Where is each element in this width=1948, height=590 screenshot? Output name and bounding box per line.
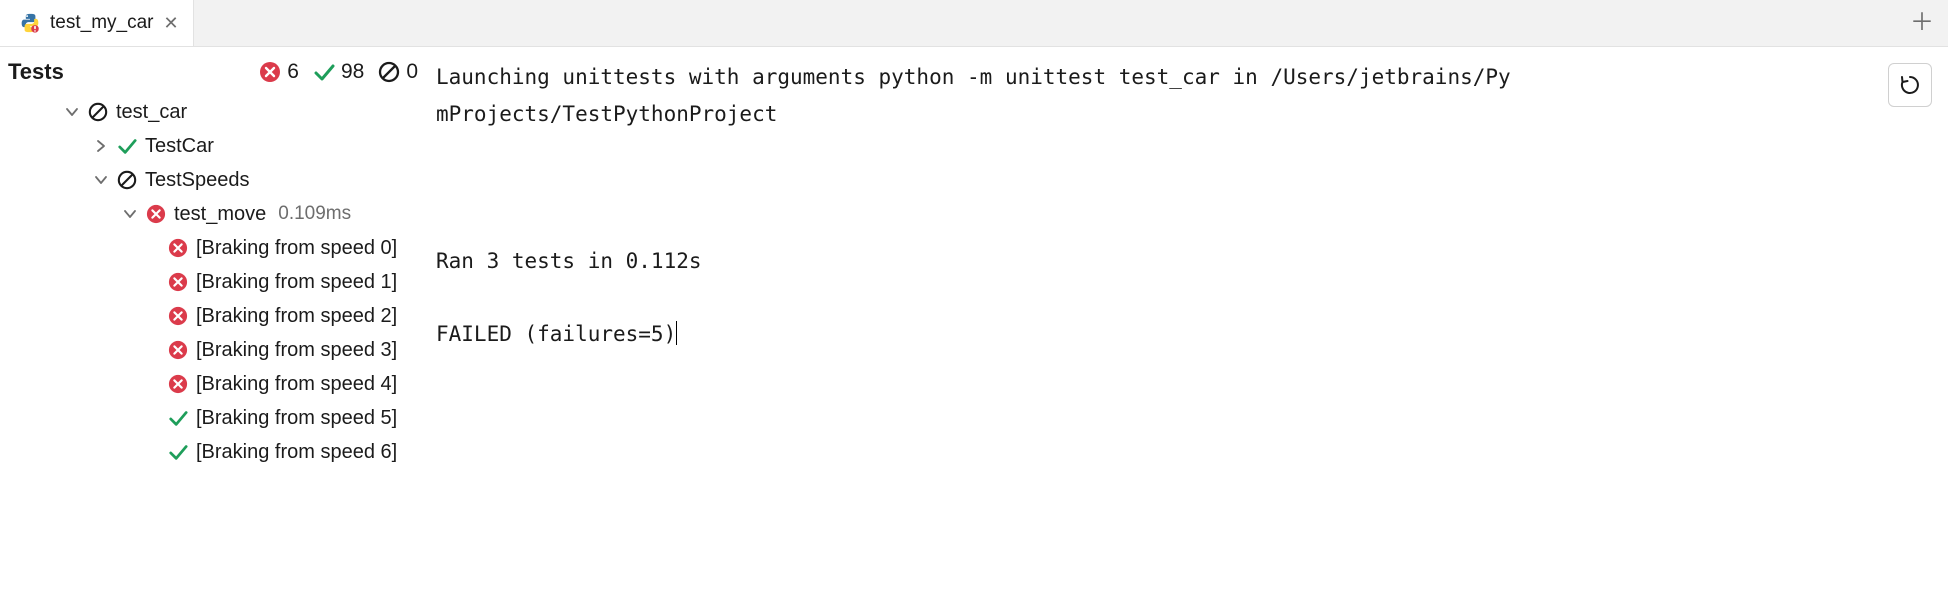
tree-node-label: test_car [116,95,187,130]
close-icon[interactable]: ✕ [163,14,178,32]
chevron-right-icon[interactable] [93,138,109,154]
stat-passed[interactable]: 98 [313,60,364,84]
fail-icon [168,238,188,258]
fail-icon [168,306,188,326]
tree-node-test-move[interactable]: test_move 0.109ms [0,197,426,231]
stat-ignored-count: 0 [406,60,418,84]
console-line: Launching unittests with arguments pytho… [436,65,1511,89]
console-line: FAILED (failures=5) [436,322,676,346]
python-file-error-icon [20,13,40,33]
tree-node-label: TestSpeeds [145,163,250,198]
ignore-icon [88,102,108,122]
tree-node-label: [Braking from speed 4] [196,367,397,402]
tree-node-label: [Braking from speed 3] [196,333,397,368]
stat-failed-count: 6 [287,60,299,84]
fail-icon [168,374,188,394]
tests-tree: test_car TestCar TestSpeeds test [0,95,426,469]
tab-test-my-car[interactable]: test_my_car ✕ [0,0,194,46]
tests-title: Tests [8,59,64,85]
tree-node-label: TestCar [145,129,214,164]
console-line: Ran 3 tests in 0.112s [436,249,702,273]
tree-node-label: [Braking from speed 0] [196,231,397,266]
stat-passed-count: 98 [341,60,364,84]
tree-node-subtest[interactable]: [Braking from speed 5] [0,401,426,435]
pass-icon [168,442,188,462]
fail-icon [168,340,188,360]
tab-label: test_my_car [50,12,153,34]
tests-stats: 6 98 0 [259,60,418,84]
pass-icon [168,408,188,428]
tree-node-label: [Braking from speed 2] [196,299,397,334]
tab-strip: test_my_car ✕ ＋ [0,0,1948,47]
rerun-button[interactable] [1888,63,1932,107]
test-duration: 0.109ms [278,197,351,230]
stat-failed[interactable]: 6 [259,60,299,84]
tree-node-label: [Braking from speed 5] [196,401,397,436]
fail-icon [146,204,166,224]
tree-node-subtest[interactable]: [Braking from speed 2] [0,299,426,333]
console-output[interactable]: Launching unittests with arguments pytho… [436,59,1928,353]
stat-ignored[interactable]: 0 [378,60,418,84]
text-caret [676,321,677,345]
tree-node-testcar[interactable]: TestCar [0,129,426,163]
add-tab-button[interactable]: ＋ [1910,11,1934,35]
tree-node-label: [Braking from speed 6] [196,435,397,470]
tree-node-subtest[interactable]: [Braking from speed 4] [0,367,426,401]
pass-icon [117,136,137,156]
fail-icon [168,272,188,292]
tree-node-label: [Braking from speed 1] [196,265,397,300]
tree-node-label: test_move [174,197,266,232]
tree-node-subtest[interactable]: [Braking from speed 6] [0,435,426,469]
ignore-icon [117,170,137,190]
tree-node-subtest[interactable]: [Braking from speed 0] [0,231,426,265]
console-line: mProjects/TestPythonProject [436,102,777,126]
tests-panel: Tests 6 98 0 [0,47,426,590]
tree-node-subtest[interactable]: [Braking from speed 1] [0,265,426,299]
tree-node-test-car[interactable]: test_car [0,95,426,129]
pass-icon [313,61,335,83]
fail-icon [259,61,281,83]
tree-node-subtest[interactable]: [Braking from speed 3] [0,333,426,367]
chevron-down-icon[interactable] [64,104,80,120]
chevron-down-icon[interactable] [122,206,138,222]
chevron-down-icon[interactable] [93,172,109,188]
tests-header: Tests 6 98 0 [0,59,426,95]
console-panel: Launching unittests with arguments pytho… [426,47,1948,590]
ignore-icon [378,61,400,83]
tree-node-testspeeds[interactable]: TestSpeeds [0,163,426,197]
